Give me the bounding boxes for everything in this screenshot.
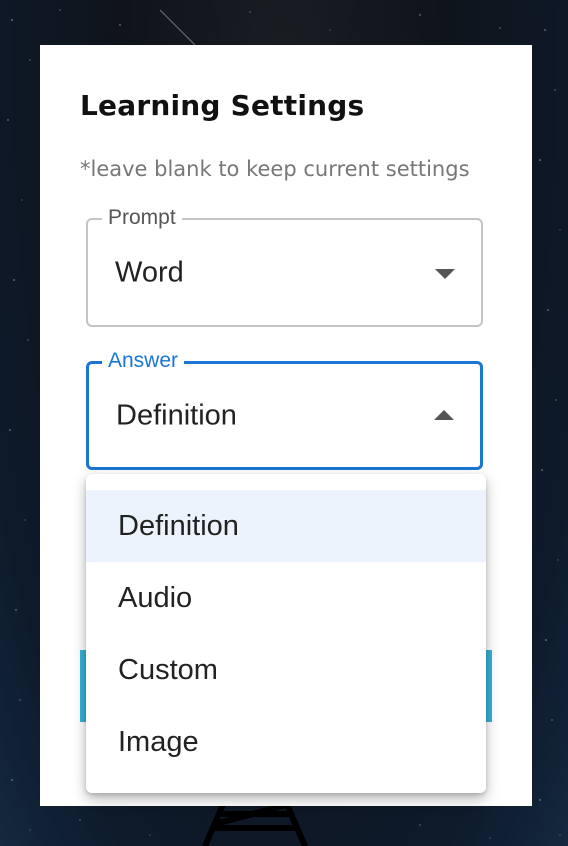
prompt-label: Prompt: [102, 206, 182, 230]
prompt-value: Word: [115, 256, 184, 288]
prompt-select[interactable]: Prompt Word: [86, 206, 483, 327]
answer-dropdown-menu: Definition Audio Custom Image: [86, 474, 486, 793]
menu-option-custom[interactable]: Custom: [86, 634, 486, 706]
dialog-hint: *leave blank to keep current settings: [80, 157, 470, 181]
dialog-title: Learning Settings: [80, 89, 365, 122]
menu-option-audio[interactable]: Audio: [86, 562, 486, 634]
caret-down-icon: [435, 268, 455, 279]
tower-silhouette: [202, 800, 308, 846]
menu-option-image[interactable]: Image: [86, 706, 486, 778]
menu-option-definition[interactable]: Definition: [86, 490, 486, 562]
answer-value: Definition: [116, 399, 237, 431]
answer-select[interactable]: Answer Definition: [86, 349, 483, 470]
answer-label: Answer: [102, 349, 185, 373]
caret-up-icon: [434, 409, 454, 420]
